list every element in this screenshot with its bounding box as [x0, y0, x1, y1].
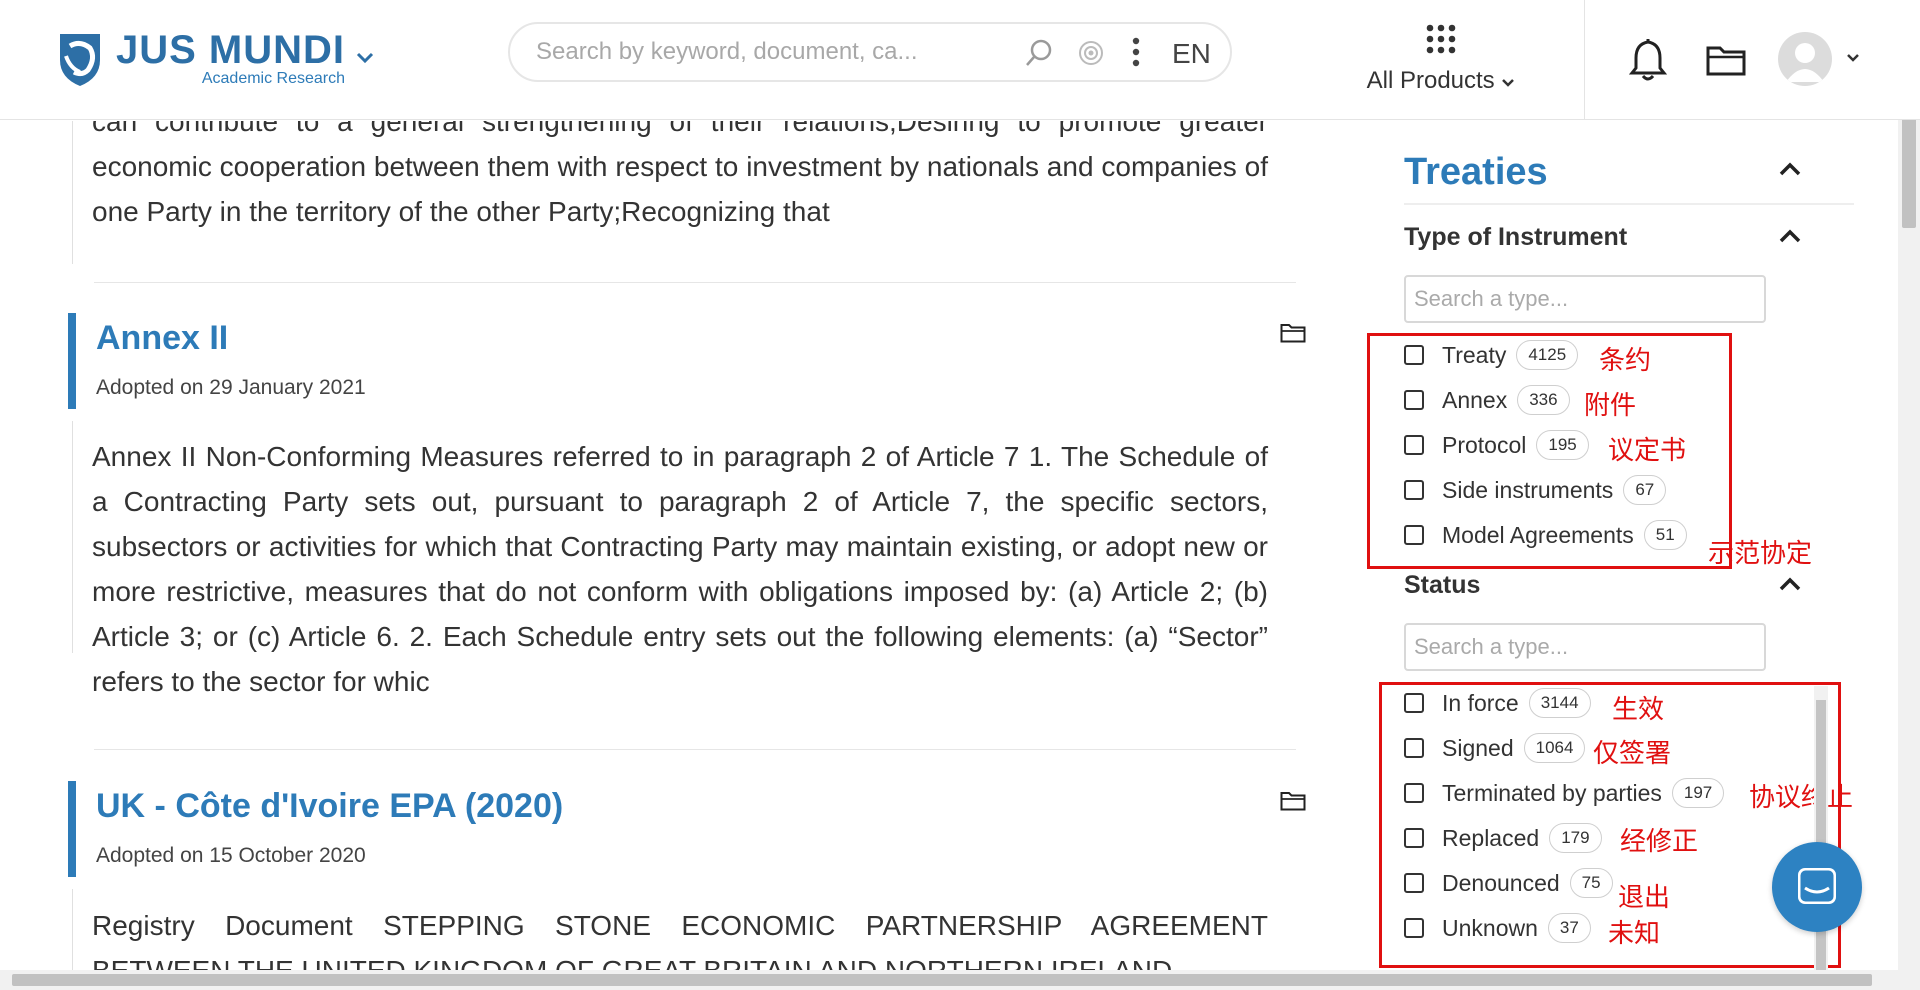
chevron-up-icon[interactable]: [1778, 228, 1802, 249]
nav-divider: [1584, 0, 1585, 120]
result-left-rule: [72, 421, 73, 653]
annotation-note: 附件: [1584, 391, 1637, 421]
chevron-down-icon[interactable]: [1846, 50, 1860, 68]
folder-icon[interactable]: [1280, 791, 1306, 816]
annotation-note: 未知: [1608, 919, 1661, 949]
result-left-rule: [72, 121, 73, 264]
type-search-input[interactable]: [1404, 275, 1766, 323]
search-input[interactable]: [536, 36, 976, 68]
result-excerpt: can contribute to a general strengthenin…: [92, 121, 1268, 227]
annotation-note: 示范协定: [1708, 539, 1813, 569]
panel-divider: [1404, 203, 1854, 205]
chevron-up-icon[interactable]: [1778, 161, 1802, 182]
result-date: Adopted on 29 January 2021: [96, 376, 366, 399]
result-separator: [94, 282, 1296, 283]
jus-mundi-logo[interactable]: JUS MUNDI Academic Research: [56, 30, 345, 88]
logo-subtitle: Academic Research: [201, 70, 346, 87]
annotation-note: 议定书: [1608, 436, 1687, 466]
page-vertical-scroll-thumb[interactable]: [1902, 104, 1916, 228]
all-products-menu[interactable]: All Products: [1366, 24, 1516, 95]
result-accent-bar: [68, 313, 76, 409]
section-title: Type of Instrument: [1404, 223, 1628, 251]
result-title[interactable]: UK - Côte d'Ivoire EPA (2020): [96, 787, 563, 826]
more-options-icon[interactable]: [1130, 36, 1142, 73]
chat-launcher-button[interactable]: [1772, 842, 1862, 932]
language-selector[interactable]: EN: [1172, 38, 1211, 70]
chevron-down-icon: [1502, 79, 1515, 87]
all-products-label: All Products: [1366, 67, 1495, 94]
logo-title: JUS MUNDI: [116, 28, 346, 72]
chevron-down-icon[interactable]: [355, 48, 375, 71]
page-horizontal-scroll-thumb[interactable]: [12, 974, 1872, 986]
bell-icon[interactable]: [1628, 38, 1668, 87]
result-excerpt: Registry Document STEPPING STONE ECONOMI…: [92, 910, 1268, 970]
annotation-note: 生效: [1612, 695, 1665, 725]
annotation-note: 协议终止: [1749, 783, 1854, 813]
search-results: can contribute to a general strengthenin…: [0, 121, 1380, 970]
user-avatar[interactable]: [1778, 32, 1832, 86]
target-icon[interactable]: [1076, 38, 1106, 73]
chat-icon: [1798, 868, 1836, 904]
folder-icon[interactable]: [1280, 323, 1306, 348]
apps-grid-icon: [1426, 24, 1456, 54]
section-title: Status: [1404, 571, 1481, 599]
jus-mundi-logo-icon: [60, 34, 100, 86]
result-excerpt: Annex II Non-Conforming Measures referre…: [92, 441, 1268, 697]
result-date: Adopted on 15 October 2020: [96, 844, 366, 867]
result-title[interactable]: Annex II: [96, 319, 228, 358]
top-navbar: JUS MUNDI Academic Research EN All Produ…: [0, 0, 1920, 120]
panel-title: Treaties: [1404, 151, 1548, 193]
folder-icon[interactable]: [1706, 44, 1746, 81]
status-search-input[interactable]: [1404, 623, 1766, 671]
annotation-note: 经修正: [1620, 827, 1699, 857]
annotation-note: 退出: [1618, 883, 1671, 913]
result-separator: [94, 749, 1296, 750]
result-left-rule: [72, 889, 73, 970]
search-icon[interactable]: [1024, 38, 1054, 73]
annotation-note: 条约: [1599, 346, 1652, 376]
chevron-up-icon[interactable]: [1778, 576, 1802, 597]
annotation-note: 仅签署: [1593, 739, 1672, 769]
result-accent-bar: [68, 781, 76, 877]
global-search-bar: EN: [508, 22, 1232, 82]
